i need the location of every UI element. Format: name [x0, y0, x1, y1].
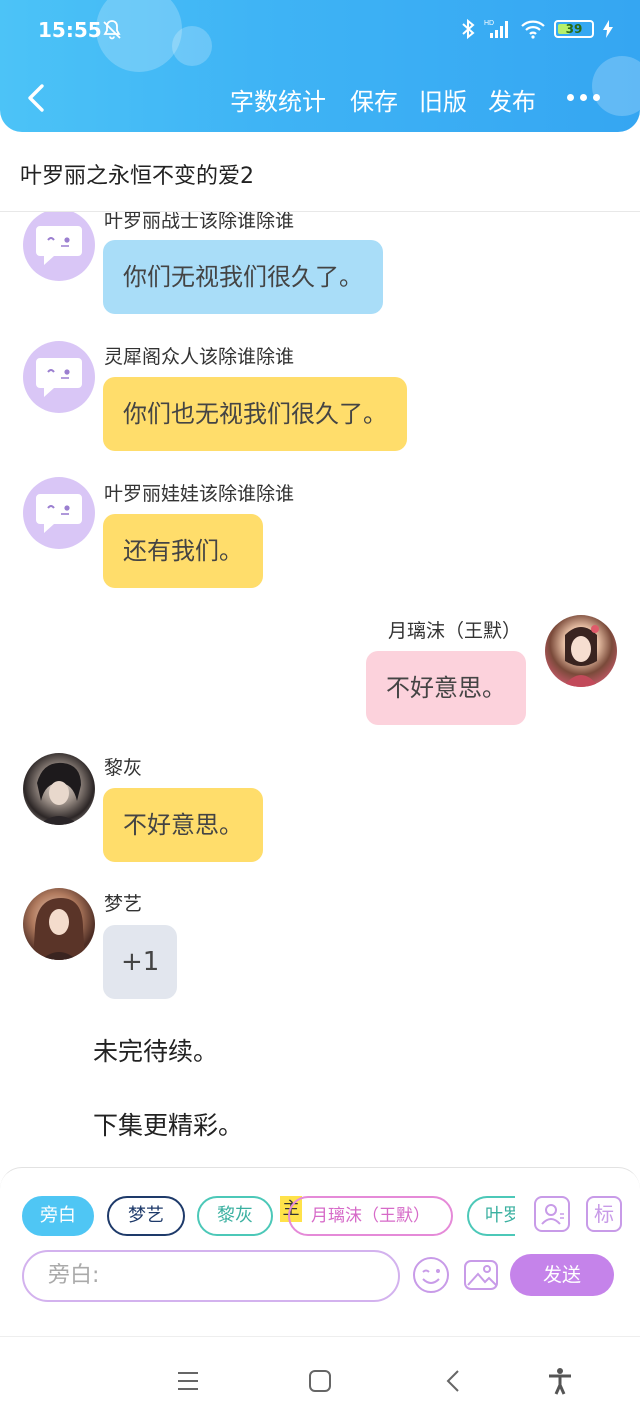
user-avatar-lihui[interactable] — [23, 753, 95, 825]
message-bubble[interactable]: 你们无视我们很久了。 — [103, 240, 383, 314]
role-chip-mengyi[interactable]: 梦艺 — [107, 1196, 185, 1236]
status-time: 15:55 — [38, 18, 102, 42]
signal-icon: HD — [484, 20, 508, 38]
story-title-bar[interactable]: 叶罗丽之永恒不变的爱2 — [0, 132, 640, 212]
mark-button[interactable]: 标 — [586, 1196, 622, 1232]
role-chip-lihui[interactable]: 黎灰 — [197, 1196, 273, 1236]
default-avatar[interactable] — [23, 341, 95, 413]
message-bubble[interactable]: 你们也无视我们很久了。 — [103, 377, 407, 451]
speaker-name: 梦艺 — [104, 893, 143, 915]
app-header: 15:55 HD 39 字数统计 保存 旧版 发布 — [0, 0, 640, 132]
message-bubble[interactable]: 不好意思。 — [103, 788, 263, 862]
chat-bubble-face-icon — [36, 226, 82, 265]
save-button[interactable]: 保存 — [350, 82, 398, 117]
status-bar: 15:55 HD 39 — [0, 0, 640, 62]
more-dot-icon — [567, 94, 574, 101]
menu-icon[interactable] — [174, 1367, 202, 1395]
bluetooth-icon — [462, 18, 475, 40]
speaker-name: 月璃沫（王默） — [388, 620, 522, 642]
default-avatar[interactable] — [23, 477, 95, 549]
message-bubble[interactable]: 还有我们。 — [103, 514, 263, 588]
more-dot-icon — [580, 94, 587, 101]
narration-text[interactable]: 未完待续。 — [93, 1032, 218, 1068]
portrait-image — [33, 898, 85, 960]
speaker-name: 叶罗丽娃娃该除谁除谁 — [104, 483, 295, 505]
message-bubble[interactable]: +1 — [103, 925, 178, 999]
svg-text:HD: HD — [484, 20, 494, 27]
chat-bubble-face-icon — [36, 358, 82, 397]
accessibility-icon[interactable] — [546, 1367, 574, 1395]
more-dot-icon — [593, 94, 600, 101]
message-input[interactable]: 旁白: — [22, 1250, 400, 1302]
manage-roles-icon[interactable] — [534, 1196, 570, 1232]
portrait-image — [37, 762, 81, 825]
old-version-button[interactable]: 旧版 — [419, 82, 467, 117]
system-nav-bar — [0, 1336, 640, 1422]
message-bubble[interactable]: 不好意思。 — [366, 651, 526, 725]
story-title[interactable]: 叶罗丽之永恒不变的爱2 — [20, 158, 254, 190]
image-icon[interactable] — [462, 1256, 500, 1294]
home-icon[interactable] — [306, 1367, 334, 1395]
role-chip-yeluo[interactable]: 叶罗 — [467, 1196, 515, 1236]
speaker-name: 灵犀阁众人该除谁除谁 — [104, 346, 295, 368]
battery-percent: 39 — [565, 22, 583, 36]
user-avatar-mengyi[interactable] — [23, 888, 95, 960]
more-options-button[interactable] — [567, 94, 600, 101]
battery-indicator: 39 — [554, 20, 594, 38]
editor-toolbar: 字数统计 保存 旧版 发布 — [0, 70, 640, 126]
bell-off-icon — [103, 20, 121, 40]
portrait-image — [563, 625, 599, 687]
speaker-name: 黎灰 — [104, 757, 143, 779]
back-icon[interactable] — [440, 1367, 468, 1395]
narration-text[interactable]: 下集更精彩。 — [93, 1106, 243, 1142]
emoji-icon[interactable] — [412, 1256, 450, 1294]
person-card-icon — [541, 1204, 564, 1225]
status-icons: HD 39 — [460, 18, 614, 40]
publish-button[interactable]: 发布 — [488, 82, 536, 117]
message-composer: 旁白 梦艺 黎灰 主 月璃沫（王默） 叶罗 标 旁白: 发送 — [0, 1167, 640, 1335]
word-count-button[interactable]: 字数统计 — [230, 82, 326, 117]
role-chip-narrator[interactable]: 旁白 — [22, 1196, 94, 1236]
wifi-icon — [521, 20, 545, 39]
default-avatar[interactable] — [23, 212, 95, 281]
chat-area[interactable]: 叶罗丽战士该除谁除谁 你们无视我们很久了。 灵犀阁众人该除谁除谁 你们也无视我们… — [0, 212, 640, 1167]
send-button[interactable]: 发送 — [510, 1254, 614, 1296]
chat-bubble-face-icon — [36, 494, 82, 533]
user-avatar-yuelimo[interactable] — [545, 615, 617, 687]
speaker-name: 叶罗丽战士该除谁除谁 — [104, 212, 295, 232]
role-chip-yuelimo[interactable]: 月璃沫（王默） — [288, 1196, 453, 1236]
back-arrow-icon[interactable] — [20, 80, 56, 116]
charging-icon — [603, 20, 613, 38]
